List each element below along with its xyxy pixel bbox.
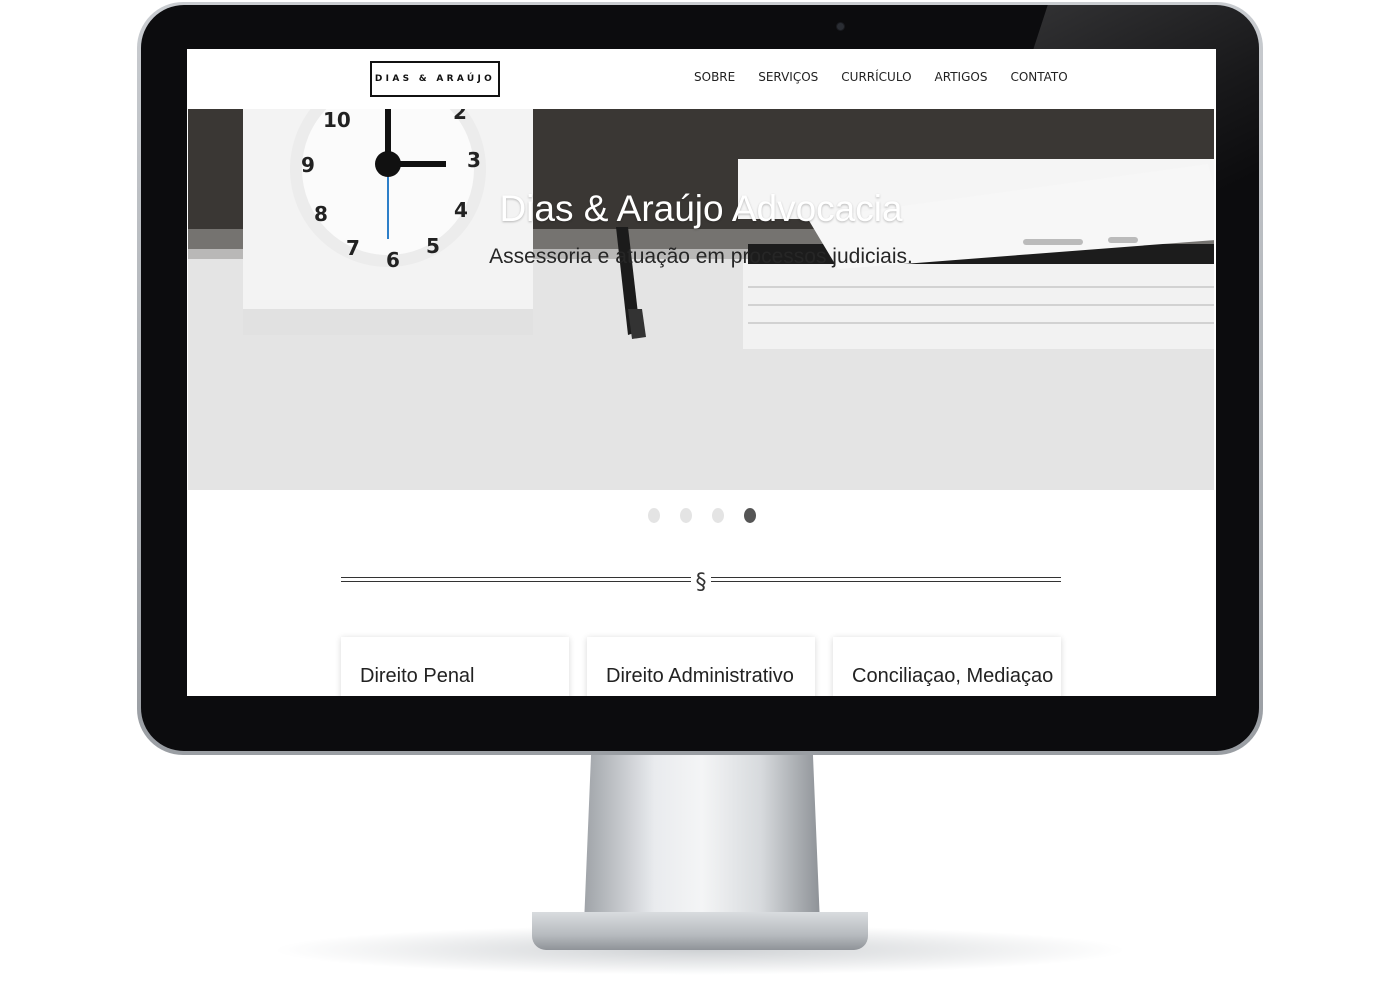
site-header: DIAS & ARAÚJO SOBRE SERVIÇOS CURRÍCULO A… — [187, 49, 1216, 109]
nav-link-artigos[interactable]: ARTIGOS — [935, 70, 988, 84]
svg-text:10: 10 — [323, 109, 351, 132]
section-divider: § — [341, 568, 1061, 596]
monitor-stand-neck — [584, 754, 820, 924]
slider-dot-2[interactable] — [679, 508, 692, 523]
slider-dot-3[interactable] — [711, 508, 724, 523]
website-viewport: DIAS & ARAÚJO SOBRE SERVIÇOS CURRÍCULO A… — [187, 49, 1216, 696]
service-card-conciliacao-mediacao[interactable]: Conciliaçao, Mediaçao — [833, 637, 1061, 696]
nav-link-curriculo[interactable]: CURRÍCULO — [841, 70, 911, 84]
service-card-title: Direito Penal — [360, 665, 475, 687]
slider-pagination — [187, 508, 1216, 523]
slider-dot-4[interactable] — [743, 508, 756, 523]
nav-link-contato[interactable]: CONTATO — [1010, 70, 1067, 84]
hero-slider: 10 9 8 7 6 5 4 3 2 Dias & Araújo Advocac… — [188, 109, 1214, 490]
nav-link-sobre[interactable]: SOBRE — [694, 70, 735, 84]
service-card-title: Conciliaçao, Mediaçao — [852, 665, 1054, 687]
divider-line-left — [341, 577, 691, 582]
main-nav: SOBRE SERVIÇOS CURRÍCULO ARTIGOS CONTATO — [687, 49, 1091, 105]
service-card-direito-administrativo[interactable]: Direito Administrativo — [587, 637, 815, 696]
svg-text:2: 2 — [453, 109, 467, 124]
svg-text:3: 3 — [467, 148, 481, 172]
hero-subtitle: Assessoria e atuação em processos judici… — [489, 245, 913, 268]
divider-line-right — [711, 577, 1061, 582]
slider-dot-1[interactable] — [647, 508, 660, 523]
monitor-stand-base — [532, 912, 868, 950]
service-card-title: Direito Administrativo — [606, 665, 794, 687]
hero-background-photo: 10 9 8 7 6 5 4 3 2 — [188, 109, 1214, 490]
service-card-direito-penal[interactable]: Direito Penal — [341, 637, 569, 696]
webcam-icon — [837, 23, 844, 30]
nav-link-servicos[interactable]: SERVIÇOS — [758, 70, 818, 84]
svg-text:9: 9 — [301, 153, 315, 177]
services-cards: Direito Penal Direito Administrativo Con… — [341, 637, 1063, 696]
section-sign-icon: § — [695, 570, 707, 595]
hero-caption: Dias & Araújo Advocacia Assessoria e atu… — [188, 187, 1214, 270]
site-logo[interactable]: DIAS & ARAÚJO — [370, 61, 500, 97]
hero-title: Dias & Araújo Advocacia — [499, 188, 903, 229]
